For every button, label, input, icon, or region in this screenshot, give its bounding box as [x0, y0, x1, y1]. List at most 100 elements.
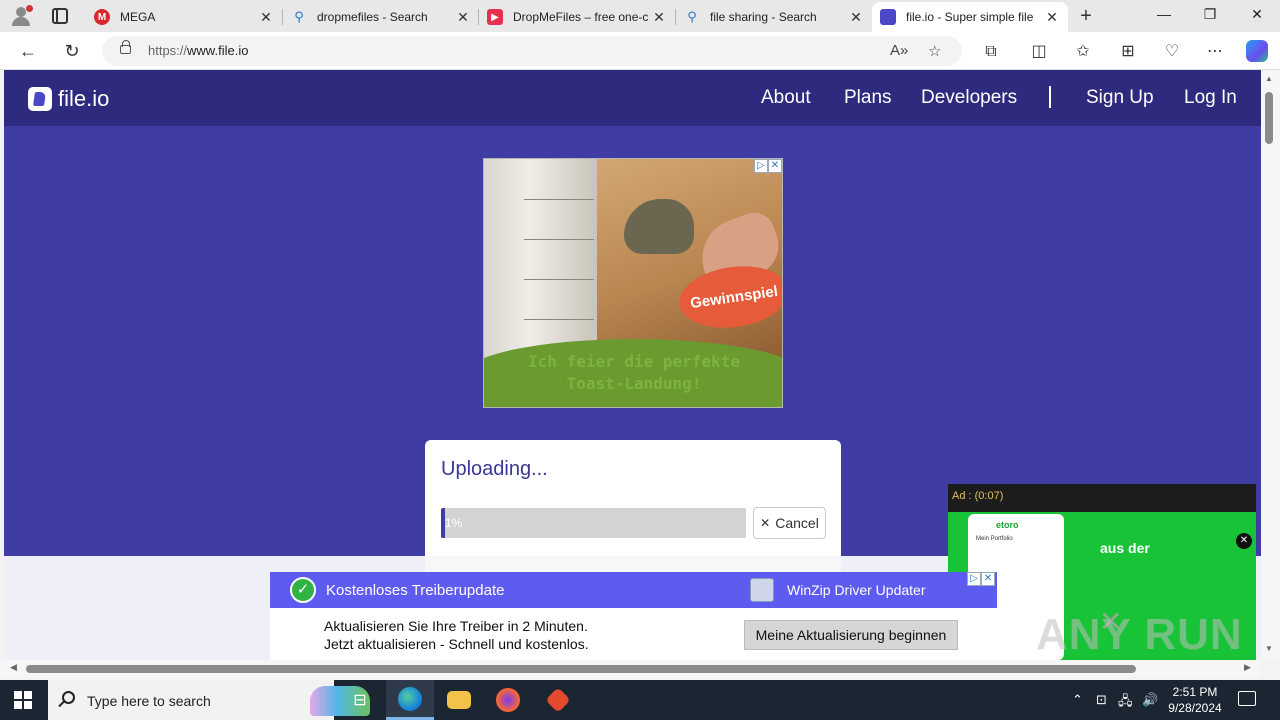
video-ad-brand: etoro — [996, 520, 1019, 530]
clock-time: 2:51 PM — [1172, 685, 1218, 699]
scroll-right-icon[interactable]: ▶ — [1244, 662, 1251, 673]
nav-developers[interactable]: Developers — [921, 87, 1017, 109]
site-header: file.io About Plans Developers Sign Up L… — [4, 70, 1261, 126]
close-window-button[interactable]: ✕ — [1237, 6, 1277, 23]
close-tab-icon[interactable]: ✕ — [848, 9, 864, 26]
upload-percent: 1% — [445, 516, 463, 530]
adchoices-icon[interactable]: ▷ — [967, 572, 981, 586]
network-icon[interactable]: 🖧 — [1118, 692, 1133, 714]
video-ad-portfolio: Mein Portfolio — [976, 536, 1013, 542]
browser-toolbar: ← ↻ https://www.file.io A» ☆ ⧉ ◫ ✩ ⊞ ♡ ⋯ — [0, 32, 1280, 70]
banner-line1: Aktualisieren Sie Ihre Treiber in 2 Minu… — [324, 618, 588, 634]
banner-cta-button[interactable]: Meine Aktualisierung beginnen — [744, 620, 958, 650]
file-explorer-icon[interactable] — [435, 680, 483, 720]
minimize-button[interactable]: — — [1144, 6, 1184, 22]
read-aloud-icon[interactable]: A» — [890, 42, 908, 59]
upload-title: Uploading... — [441, 458, 548, 480]
url-text[interactable]: https://www.file.io — [148, 43, 248, 58]
tab-actions-icon[interactable] — [52, 8, 68, 24]
scroll-down-icon[interactable]: ▼ — [1265, 644, 1273, 653]
browser-tab-strip: M MEGA ✕ ⚲ dropmefiles - Search ✕ ▶ Drop… — [0, 0, 1280, 32]
banner-header: ✓ Kostenloses Treiberupdate WinZip Drive… — [270, 572, 997, 608]
scroll-left-icon[interactable]: ◀ — [10, 662, 17, 673]
edge-taskbar-icon[interactable] — [386, 680, 434, 720]
ad-slogan-line1: Ich feier die perfekte — [528, 352, 740, 371]
notifications-icon[interactable] — [1238, 691, 1256, 706]
cancel-upload-button[interactable]: ✕ Cancel — [753, 507, 826, 539]
tab-title: file.io - Super simple file — [906, 10, 1034, 24]
logo-text: file.io — [58, 86, 110, 111]
ad-close-icon[interactable]: ✕ — [768, 159, 782, 173]
banner-title: Kostenloses Treiberupdate — [326, 582, 505, 599]
close-tab-icon[interactable]: ✕ — [1044, 9, 1060, 26]
tab-dropmefiles-search[interactable]: ⚲ dropmefiles - Search ✕ — [283, 2, 479, 32]
profile-icon[interactable] — [8, 4, 36, 28]
close-tab-icon[interactable]: ✕ — [455, 9, 471, 26]
site-logo[interactable]: file.io — [28, 86, 109, 112]
scrollbar-thumb[interactable] — [1265, 92, 1273, 144]
scroll-up-icon[interactable]: ▲ — [1265, 74, 1273, 83]
more-menu-icon[interactable]: ⋯ — [1204, 41, 1226, 63]
adchoices-icon[interactable]: ▷ — [754, 159, 768, 173]
driver-update-banner-ad[interactable]: ✓ Kostenloses Treiberupdate WinZip Drive… — [270, 572, 997, 660]
nav-log-in[interactable]: Log In — [1184, 87, 1237, 109]
horizontal-scrollbar[interactable]: ◀ ▶ — [0, 660, 1261, 677]
windows-start-icon[interactable] — [14, 691, 32, 709]
search-icon: ⚲ — [294, 9, 304, 24]
tab-fileio[interactable]: file.io - Super simple file ✕ — [872, 2, 1068, 32]
close-tab-icon[interactable]: ✕ — [258, 9, 274, 26]
close-tab-icon[interactable]: ✕ — [651, 9, 667, 26]
winzip-icon — [750, 578, 774, 602]
mega-icon: M — [94, 9, 110, 25]
volume-icon[interactable]: 🔊 — [1142, 692, 1158, 708]
copilot-icon[interactable] — [1246, 40, 1268, 62]
page-viewport: file.io About Plans Developers Sign Up L… — [4, 70, 1261, 660]
tab-file-sharing-search[interactable]: ⚲ file sharing - Search ✕ — [676, 2, 872, 32]
show-hidden-icons-chevron-icon[interactable]: ⌃ — [1072, 692, 1083, 708]
extensions-icon[interactable]: ⧉ — [980, 41, 1002, 63]
firefox-icon[interactable] — [484, 680, 532, 720]
refresh-button[interactable]: ↻ — [60, 40, 84, 62]
nav-about[interactable]: About — [761, 87, 811, 109]
address-bar[interactable]: https://www.file.io A» ☆ — [102, 36, 962, 66]
search-icon: ⚲ — [687, 9, 697, 24]
lock-icon[interactable] — [120, 40, 131, 54]
browser-essentials-icon[interactable]: ♡ — [1161, 41, 1183, 63]
video-ad-timer: Ad : (0:07) — [952, 490, 1004, 502]
favorite-star-icon[interactable]: ☆ — [928, 42, 941, 60]
tab-title: file sharing - Search — [710, 10, 817, 24]
nav-plans[interactable]: Plans — [844, 87, 892, 109]
nav-sign-up[interactable]: Sign Up — [1086, 87, 1154, 109]
tab-dropmefiles[interactable]: ▶ DropMeFiles – free one-c ✕ — [479, 2, 675, 32]
banner-line2: Jetzt aktualisieren - Schnell und kosten… — [324, 636, 589, 652]
back-button[interactable]: ← — [16, 40, 40, 62]
task-view-icon[interactable]: ⊟ — [336, 680, 384, 720]
video-ad-overlay-text: aus der — [1100, 540, 1150, 556]
scrollbar-thumb[interactable] — [26, 665, 1136, 673]
clock-date: 9/28/2024 — [1168, 701, 1222, 715]
anyrun-watermark: ANY RUN — [1036, 610, 1243, 659]
display-ad[interactable]: Gewinnspiel Ich feier die perfekte Toast… — [483, 158, 783, 408]
fileio-icon — [880, 9, 896, 25]
search-icon — [62, 691, 75, 704]
split-screen-icon[interactable]: ◫ — [1028, 41, 1050, 63]
url-scheme: https:// — [148, 43, 188, 58]
vertical-scrollbar[interactable]: ▲ ▼ — [1261, 70, 1280, 660]
tab-title: MEGA — [120, 10, 156, 24]
ad-close-icon[interactable]: ✕ — [981, 572, 995, 586]
new-tab-button[interactable]: + — [1076, 6, 1096, 26]
tab-mega[interactable]: M MEGA ✕ — [86, 2, 282, 32]
video-ad-close-icon[interactable]: ✕ — [1236, 533, 1252, 549]
favorites-icon[interactable]: ✩ — [1072, 41, 1094, 63]
meet-now-icon[interactable]: ⊡ — [1096, 692, 1107, 708]
collections-icon[interactable]: ⊞ — [1117, 41, 1139, 63]
ad-slogan-line2: Toast-Landung! — [566, 374, 702, 393]
banner-product: WinZip Driver Updater — [787, 582, 926, 598]
taskbar-search-box[interactable]: Type here to search — [48, 680, 370, 720]
app-icon[interactable] — [534, 680, 582, 720]
tab-title: dropmefiles - Search — [317, 10, 428, 24]
nav-divider — [1049, 86, 1051, 108]
taskbar-clock[interactable]: 2:51 PM 9/28/2024 — [1163, 684, 1227, 716]
restore-button[interactable]: ❐ — [1190, 6, 1230, 23]
close-icon: ✕ — [760, 516, 771, 530]
